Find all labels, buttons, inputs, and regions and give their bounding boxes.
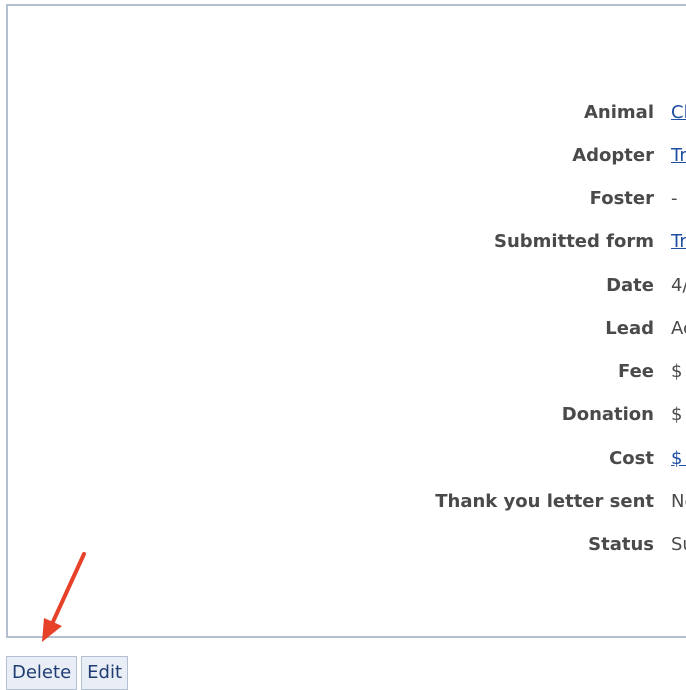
- foster-label: Foster: [589, 188, 654, 209]
- red-arrow-icon: [42, 552, 86, 642]
- fee-value: $ (: [671, 361, 686, 382]
- detail-row-date: Date 4/:: [8, 271, 686, 301]
- thank-you-letter-value: No: [671, 491, 686, 512]
- detail-row-foster: Foster -: [8, 184, 686, 214]
- delete-button[interactable]: Delete: [6, 656, 78, 690]
- donation-value: $ (: [671, 404, 686, 425]
- submitted-form-link[interactable]: Tri: [671, 227, 686, 257]
- foster-value: -: [671, 188, 678, 209]
- fee-label: Fee: [618, 361, 654, 382]
- status-label: Status: [588, 534, 654, 555]
- donation-label: Donation: [561, 404, 654, 425]
- date-value: 4/:: [671, 275, 686, 296]
- detail-row-submitted-form: Submitted form Tri: [8, 227, 686, 257]
- status-value: Su: [671, 534, 686, 555]
- animal-label: Animal: [584, 102, 654, 123]
- detail-row-animal: Animal Ch: [8, 98, 686, 128]
- cost-label: Cost: [609, 448, 654, 469]
- detail-row-adopter: Adopter Tri: [8, 141, 686, 171]
- edit-button[interactable]: Edit: [81, 656, 129, 690]
- detail-row-fee: Fee $ (: [8, 357, 686, 387]
- date-label: Date: [606, 275, 654, 296]
- adopter-label: Adopter: [572, 145, 654, 166]
- animal-link[interactable]: Ch: [671, 98, 686, 128]
- submitted-form-label: Submitted form: [494, 231, 654, 252]
- lead-value: Ac: [671, 318, 686, 339]
- detail-row-status: Status Su: [8, 530, 686, 560]
- adopter-link[interactable]: Tri: [671, 141, 686, 171]
- cost-link[interactable]: $ (: [671, 444, 686, 474]
- detail-panel: Animal Ch Adopter Tri Foster - Submitted…: [6, 4, 686, 638]
- detail-row-donation: Donation $ (: [8, 400, 686, 430]
- action-buttons: Delete Edit: [6, 656, 129, 690]
- detail-row-cost: Cost $ (: [8, 444, 686, 474]
- lead-label: Lead: [605, 318, 654, 339]
- detail-row-thank-you-letter: Thank you letter sent No: [8, 487, 686, 517]
- thank-you-letter-label: Thank you letter sent: [435, 491, 654, 512]
- detail-row-lead: Lead Ac: [8, 314, 686, 344]
